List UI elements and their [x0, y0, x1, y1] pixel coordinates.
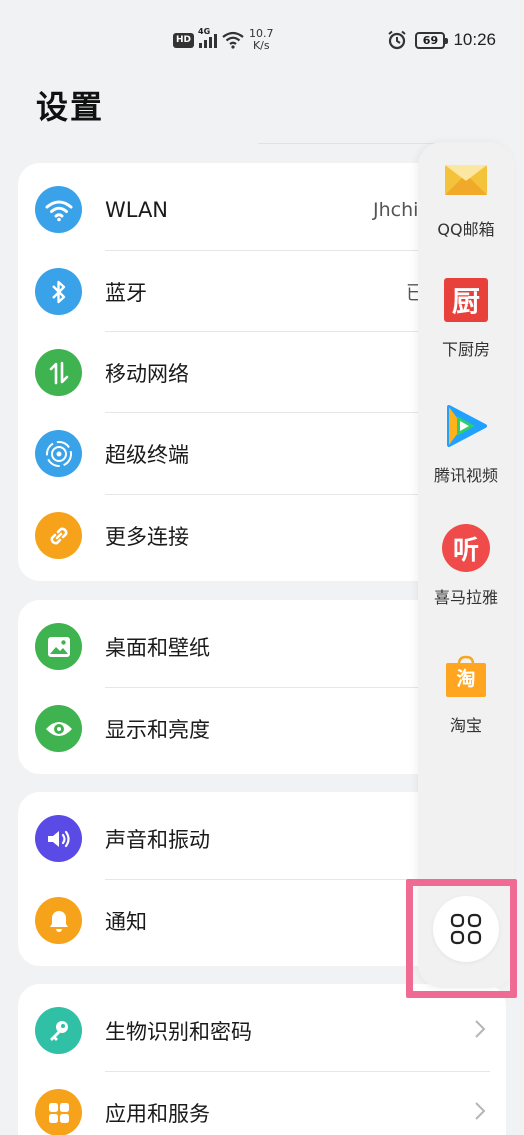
- settings-item-label: 生物识别和密码: [105, 1019, 252, 1044]
- status-left-cluster: HD 4G 10.7 K/s: [173, 27, 274, 53]
- settings-item-label: 移动网络: [105, 361, 189, 386]
- bell-icon: [35, 897, 82, 944]
- dock-app-tencent-video[interactable]: 腾讯视频: [418, 402, 514, 486]
- eye-icon: [35, 705, 82, 752]
- wallpaper-icon: [35, 623, 82, 670]
- tencent-video-icon: [442, 402, 490, 450]
- settings-item-label: 声音和振动: [105, 827, 210, 852]
- settings-item-value: Jhchi: [373, 198, 419, 221]
- qq-mail-icon: [442, 156, 490, 204]
- alarm-icon: [388, 30, 407, 50]
- dock-app-xiachufang[interactable]: 厨 下厨房: [418, 276, 514, 360]
- key-icon: [35, 1007, 82, 1054]
- settings-item-label: 蓝牙: [105, 280, 147, 305]
- apps-icon: [35, 1089, 82, 1135]
- page-title: 设置: [36, 88, 105, 126]
- dock-app-label: 下厨房: [441, 340, 490, 359]
- settings-item-biometrics-password[interactable]: 生物识别和密码: [18, 990, 506, 1071]
- settings-item-label: 桌面和壁纸: [105, 635, 210, 660]
- settings-item-label: WLAN: [105, 197, 169, 222]
- taobao-icon: 淘: [442, 652, 490, 700]
- dock-app-taobao[interactable]: 淘 淘宝: [418, 652, 514, 736]
- chevron-right-icon: [474, 1017, 486, 1045]
- settings-item-label: 通知: [105, 909, 147, 934]
- cellular-signal-icon: 4G: [198, 27, 218, 48]
- dock-app-qq-mail[interactable]: QQ邮箱: [418, 156, 514, 240]
- chevron-right-icon: [474, 1099, 486, 1127]
- settings-item-label: 更多连接: [105, 524, 189, 549]
- settings-item-apps-services[interactable]: 应用和服务: [18, 1072, 506, 1135]
- dock-app-label: 淘宝: [449, 716, 482, 735]
- wifi-status-icon: [222, 31, 244, 49]
- dock-app-label: 腾讯视频: [433, 466, 498, 485]
- settings-item-label: 应用和服务: [105, 1101, 210, 1126]
- mobile-data-icon: [35, 349, 82, 396]
- network-speed: 10.7 K/s: [249, 27, 274, 52]
- settings-item-label: 显示和亮度: [105, 717, 210, 742]
- dock-app-ximalaya[interactable]: 听 喜马拉雅: [418, 524, 514, 608]
- side-app-dock: QQ邮箱 厨 下厨房 腾讯视频 听 喜马拉雅 淘 淘宝: [418, 142, 514, 988]
- status-right-cluster: 69 10:26: [387, 27, 496, 53]
- speaker-icon: [35, 815, 82, 862]
- super-device-icon: [35, 430, 82, 477]
- ximalaya-icon: 听: [442, 524, 490, 572]
- dock-app-label: QQ邮箱: [437, 220, 495, 239]
- battery-icon: 69: [415, 31, 449, 49]
- status-time: 10:26: [453, 30, 496, 49]
- status-bar: HD 4G 10.7 K/s 69 10:26: [0, 0, 524, 78]
- xiachufang-icon: 厨: [442, 276, 490, 324]
- bluetooth-icon: [35, 268, 82, 315]
- settings-group-security: 生物识别和密码 应用和服务: [18, 984, 506, 1135]
- dock-app-label: 喜马拉雅: [433, 588, 498, 607]
- wifi-icon: [35, 186, 82, 233]
- hd-badge: HD: [173, 32, 195, 48]
- link-icon: [35, 512, 82, 559]
- settings-item-label: 超级终端: [105, 442, 189, 467]
- highlight-annotation-box: [406, 879, 517, 998]
